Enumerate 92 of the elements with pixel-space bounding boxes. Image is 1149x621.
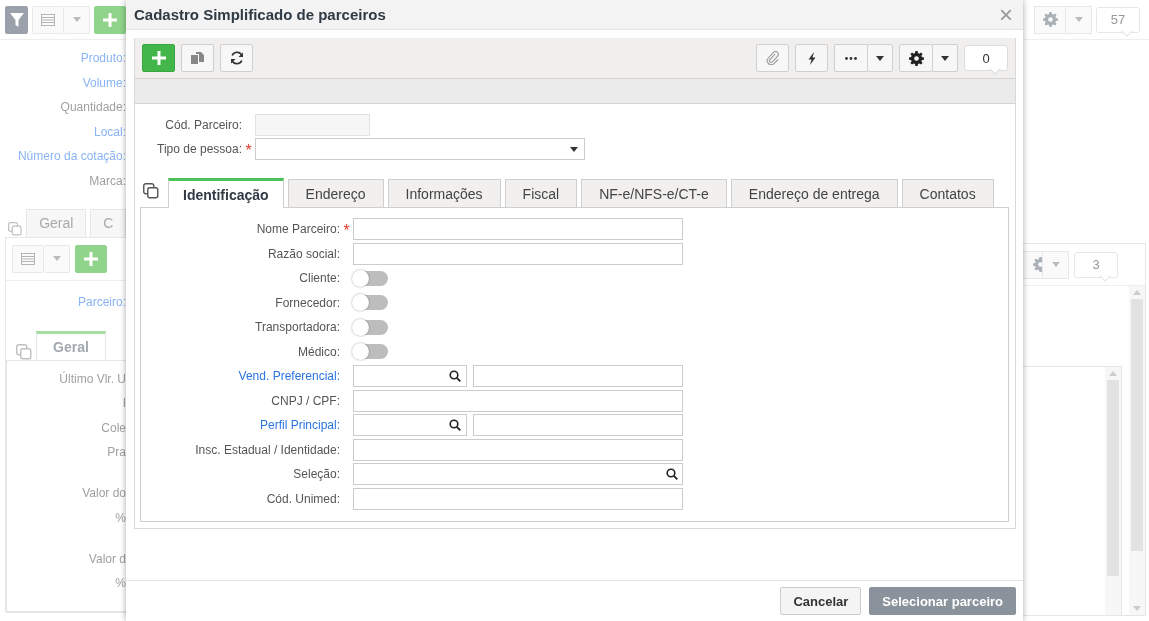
field-label: Insc. Estadual / Identidade: (194, 442, 340, 457)
filter-icon (9, 12, 24, 27)
table-button[interactable] (32, 5, 64, 34)
field-label: Quantidade: (60, 99, 126, 116)
field-label: % (115, 509, 126, 527)
caret-icon (941, 55, 949, 61)
plus-icon (103, 12, 117, 27)
action-button[interactable] (795, 44, 828, 72)
required-icon: * (245, 142, 252, 156)
tab[interactable]: Identificação (168, 178, 284, 208)
field-label: Pra (107, 444, 126, 461)
caret-icon (876, 55, 884, 61)
filter-button[interactable] (5, 5, 28, 34)
field-label: Valor d (88, 550, 126, 568)
toggle-switch[interactable] (353, 344, 388, 359)
cancel-button[interactable]: Cancelar (780, 587, 862, 615)
input-field[interactable] (353, 438, 683, 461)
refresh-icon (229, 51, 244, 65)
field-label: Médico: (296, 344, 340, 359)
field-label: % (115, 575, 126, 592)
tab[interactable]: Informações (387, 179, 501, 207)
toggle-switch[interactable] (353, 295, 388, 310)
select-button[interactable]: Selecionar parceiro (869, 587, 1016, 615)
caret-icon (570, 146, 578, 152)
table-icon (21, 252, 35, 265)
field-label: Último Vlr. U (59, 370, 126, 388)
search-icon[interactable] (666, 468, 678, 480)
tab[interactable]: Endereço (287, 179, 384, 207)
copy-icon (191, 52, 204, 64)
paperclip-icon (765, 51, 780, 65)
caret-icon (72, 17, 81, 22)
field-label[interactable]: Vend. Preferencial: (141, 369, 340, 383)
field-label: Cód. Unimed: (265, 491, 340, 506)
input-field[interactable] (353, 218, 683, 240)
tab[interactable]: Endereço de entrega (730, 179, 898, 207)
field-label: Tipo de pessoa: (156, 142, 242, 156)
plus-icon (84, 251, 98, 266)
toggle-switch[interactable] (353, 319, 388, 335)
settings-icon (1042, 12, 1058, 27)
duplicate-button[interactable] (181, 44, 214, 72)
more-icon (845, 56, 857, 60)
tab[interactable]: NF-e/NFS-e/CT-e (581, 179, 727, 207)
field-label: Seleção: (292, 467, 340, 481)
lookup-field[interactable] (353, 414, 467, 436)
add-button[interactable] (94, 5, 126, 34)
search-field[interactable] (353, 463, 683, 485)
dropdown-button[interactable] (867, 44, 893, 72)
scrollbar[interactable] (1129, 286, 1145, 615)
settings-button[interactable] (899, 44, 933, 72)
copy-icon[interactable] (143, 182, 159, 199)
caret-icon (1074, 17, 1083, 22)
field-label: Razão social: (266, 246, 340, 261)
caret-icon (52, 256, 61, 261)
scrollbar[interactable] (1105, 367, 1121, 615)
field-label: Cód. Parceiro: (164, 118, 242, 132)
tab[interactable]: Geral (36, 330, 106, 360)
lightning-icon (807, 51, 816, 65)
toggle-switch[interactable] (353, 270, 388, 286)
field-label: I (122, 395, 126, 412)
field-label: Marca: (89, 172, 126, 190)
field-label[interactable]: Perfil Principal: (141, 418, 340, 432)
input-field[interactable] (353, 242, 683, 265)
add-button[interactable] (142, 44, 175, 72)
input-field[interactable] (353, 487, 683, 510)
dropdown-field[interactable] (255, 138, 585, 160)
tab[interactable]: Contatos (901, 179, 994, 207)
required-icon: * (343, 222, 350, 236)
description-field[interactable] (473, 414, 683, 436)
add-button[interactable] (75, 244, 107, 273)
search-icon[interactable] (449, 419, 461, 431)
dropdown-button[interactable] (932, 44, 958, 72)
field-label: Cliente: (298, 271, 340, 285)
caret-icon (1051, 262, 1060, 267)
field-label: Fornecedor: (274, 295, 340, 310)
field-label: Nome Parceiro: (255, 222, 340, 236)
field-label: Transportadora: (254, 320, 340, 334)
input-field[interactable] (353, 389, 683, 412)
plus-icon (151, 51, 166, 65)
attach-button[interactable] (756, 44, 789, 72)
refresh-button[interactable] (220, 44, 253, 72)
description-field[interactable] (473, 365, 683, 387)
field-label: CNPJ / CPF: (270, 393, 340, 408)
search-icon[interactable] (449, 370, 461, 382)
settings-icon (908, 50, 924, 66)
table-button[interactable] (12, 244, 44, 273)
close-icon[interactable]: × (999, 4, 1013, 25)
dialog-title: Cadastro Simplificado de parceiros (134, 6, 387, 23)
tab[interactable]: Fiscal (504, 179, 578, 207)
field-label: Cole (101, 419, 126, 437)
lookup-field[interactable] (353, 365, 467, 387)
table-icon (41, 13, 55, 26)
field-label: Valor do (82, 485, 126, 502)
